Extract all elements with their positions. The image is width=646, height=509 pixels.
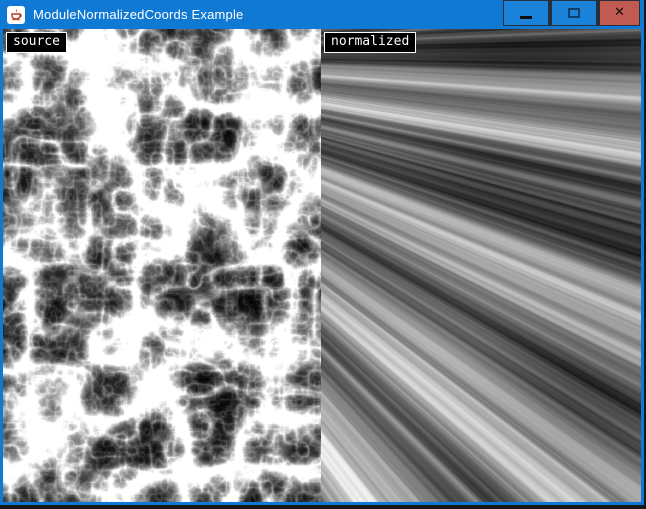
normalized-panel: normalized xyxy=(321,29,641,502)
titlebar[interactable]: ModuleNormalizedCoords Example ✕ xyxy=(0,0,644,29)
content-area: source normalized xyxy=(3,29,641,502)
close-button[interactable]: ✕ xyxy=(599,0,640,26)
app-window: ModuleNormalizedCoords Example ✕ source xyxy=(0,0,644,505)
maximize-icon xyxy=(568,8,580,18)
java-coffee-cup-icon xyxy=(7,6,25,24)
normalized-image xyxy=(321,29,641,502)
maximize-button[interactable] xyxy=(551,0,597,26)
source-panel: source xyxy=(3,29,321,502)
minimize-icon xyxy=(520,16,532,19)
source-image xyxy=(3,29,321,502)
desktop-background: ModuleNormalizedCoords Example ✕ source xyxy=(0,0,646,509)
normalized-label: normalized xyxy=(324,32,416,53)
java-coffee-cup-glyph xyxy=(9,8,23,22)
close-icon: ✕ xyxy=(614,6,625,19)
minimize-button[interactable] xyxy=(503,0,549,26)
window-controls: ✕ xyxy=(503,0,640,26)
window-title: ModuleNormalizedCoords Example xyxy=(33,7,243,22)
source-label: source xyxy=(6,32,67,53)
